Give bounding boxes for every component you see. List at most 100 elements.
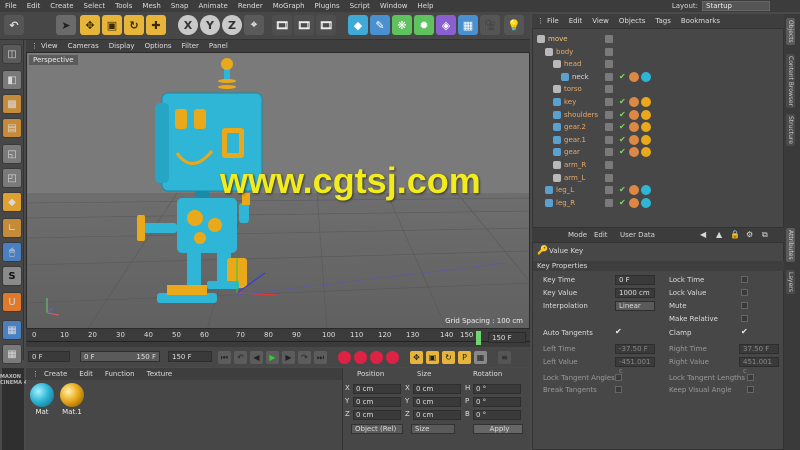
workplane-icon[interactable]: ▦ (2, 320, 22, 340)
tab-attributes[interactable]: Attributes (786, 228, 795, 262)
viewport-menu-panel[interactable]: Panel (204, 42, 233, 50)
model-mode-icon[interactable]: ◧ (2, 70, 22, 90)
objects-menu-objects[interactable]: Objects (614, 17, 650, 25)
polygons-mode-icon[interactable]: ◆ (2, 192, 22, 212)
key-time-field[interactable]: 0 F (615, 275, 655, 285)
material-menu-function[interactable]: Function (99, 370, 141, 378)
new-window-icon[interactable]: ⧉ (762, 230, 768, 240)
previous-frame-icon[interactable]: ◀ (250, 351, 263, 364)
object-row[interactable]: leg_R ✔ (533, 197, 785, 210)
menu-animate[interactable]: Animate (193, 2, 232, 10)
tab-content-browser[interactable]: Content Browser (786, 54, 795, 109)
layout-dropdown[interactable]: Startup (702, 1, 770, 11)
object-row[interactable]: move (533, 33, 785, 46)
mute-checkbox[interactable] (741, 302, 748, 309)
next-key-icon[interactable]: ↷ (298, 351, 311, 364)
tag-icon[interactable] (629, 71, 639, 82)
material-tag-icon[interactable] (641, 97, 651, 107)
attributes-tab-mode[interactable]: Mode (568, 231, 587, 239)
visibility-toggle[interactable] (605, 110, 613, 119)
enabled-check-icon[interactable]: ✔ (619, 110, 626, 119)
objects-menu-view[interactable]: View (587, 17, 614, 25)
visibility-toggle[interactable] (605, 148, 613, 157)
make-editable-icon[interactable]: ◫ (2, 44, 22, 64)
coordinate-mode-dropdown[interactable]: Object (Rel) (351, 424, 403, 434)
magnet-icon[interactable]: U (2, 292, 22, 312)
start-frame-field[interactable]: 0 F (28, 351, 70, 362)
coordinate-system-icon[interactable]: ⌖ (244, 15, 264, 35)
object-row[interactable]: shoulders ✔ (533, 109, 785, 122)
edges-mode-icon[interactable]: ◰ (2, 168, 22, 188)
left-time-field[interactable]: -37.50 F (615, 344, 655, 354)
menu-mesh[interactable]: Mesh (137, 2, 165, 10)
lock-time-checkbox[interactable] (741, 276, 748, 283)
visibility-toggle[interactable] (605, 85, 613, 94)
go-to-start-icon[interactable]: ⏮ (218, 351, 231, 364)
add-icon[interactable]: ✚ (146, 15, 166, 35)
material-menu-create[interactable]: Create (38, 370, 73, 378)
object-row[interactable]: gear ✔ (533, 146, 785, 159)
viewport-menu-view[interactable]: View (36, 42, 63, 50)
timeline-menu-icon[interactable]: ≡ (498, 351, 511, 364)
object-row[interactable]: gear.1 ✔ (533, 134, 785, 147)
next-frame-icon[interactable]: ▶ (282, 351, 295, 364)
visibility-toggle[interactable] (605, 60, 613, 69)
visibility-toggle[interactable] (605, 47, 613, 56)
material-tag-icon[interactable] (641, 147, 651, 158)
position-x-field[interactable]: 0 cm (353, 384, 401, 394)
floor-icon[interactable]: ▦ (458, 15, 478, 35)
material-swatch-mat1[interactable]: Mat.1 (58, 383, 86, 416)
size-x-field[interactable]: 0 cm (413, 384, 461, 394)
enabled-check-icon[interactable]: ✔ (619, 185, 626, 194)
enabled-check-icon[interactable]: ✔ (619, 135, 626, 144)
key-value-field[interactable]: 1000 cm (615, 288, 655, 298)
keyframe-selection-icon[interactable] (370, 351, 383, 364)
tag-icon[interactable] (629, 185, 639, 196)
tag-icon[interactable] (629, 109, 639, 120)
attributes-tab-user-data[interactable]: User Data (620, 231, 655, 239)
object-row[interactable]: body (533, 46, 785, 59)
preview-range-slider[interactable]: 0 F 150 F (80, 351, 160, 362)
menu-select[interactable]: Select (79, 2, 111, 10)
enabled-check-icon[interactable]: ✔ (619, 122, 626, 131)
object-row[interactable]: arm_R (533, 159, 785, 172)
lock-tangent-angles-checkbox[interactable] (615, 374, 622, 381)
material-menu-edit[interactable]: Edit (73, 370, 99, 378)
material-tag-icon[interactable] (641, 197, 651, 208)
object-row[interactable]: leg_L ✔ (533, 184, 785, 197)
z-axis-button[interactable]: Z (222, 15, 242, 35)
material-tag-icon[interactable] (641, 71, 651, 82)
tag-icon[interactable] (629, 197, 639, 208)
tag-icon[interactable] (629, 97, 639, 107)
render-view-icon[interactable]: 🎞 (272, 15, 292, 35)
visibility-toggle[interactable] (605, 98, 613, 106)
position-y-field[interactable]: 0 cm (353, 397, 401, 407)
viewport-menu-options[interactable]: Options (140, 42, 177, 50)
viewport-camera-label[interactable]: Perspective (29, 55, 78, 65)
select-arrow-icon[interactable]: ➤ (56, 15, 76, 35)
enabled-check-icon[interactable]: ✔ (619, 97, 626, 106)
lock-tangent-lengths-checkbox[interactable] (747, 374, 754, 381)
right-time-field[interactable]: 37.50 F (739, 344, 779, 354)
up-arrow-icon[interactable]: ▲ (716, 230, 722, 239)
object-row[interactable]: head (533, 58, 785, 71)
left-value-field[interactable]: -451.001 c (615, 357, 655, 375)
auto-tangents-checkbox[interactable]: ✔ (615, 327, 622, 336)
timeline-ruler[interactable]: 0 10 20 30 40 50 60 70 80 90 100 110 120… (26, 329, 530, 347)
back-arrow-icon[interactable]: ◀ (700, 230, 706, 239)
visibility-toggle[interactable] (605, 198, 613, 207)
record-scale-icon[interactable]: ▣ (426, 351, 439, 364)
visibility-toggle[interactable] (605, 72, 613, 81)
x-axis-button[interactable]: X (178, 15, 198, 35)
lock-icon[interactable]: 🔒 (730, 230, 740, 239)
axis-mode-icon[interactable]: ∟ (2, 218, 22, 238)
visibility-toggle[interactable] (605, 186, 613, 195)
menu-plugins[interactable]: Plugins (310, 2, 345, 10)
viewport-menu-cameras[interactable]: Cameras (63, 42, 104, 50)
menu-render[interactable]: Render (233, 2, 268, 10)
cube-primitive-icon[interactable]: ◆ (348, 15, 368, 35)
enabled-check-icon[interactable]: ✔ (619, 147, 626, 156)
render-settings-icon[interactable]: 🎞 (316, 15, 336, 35)
pen-spline-icon[interactable]: ✎ (370, 15, 390, 35)
menu-help[interactable]: Help (413, 2, 439, 10)
